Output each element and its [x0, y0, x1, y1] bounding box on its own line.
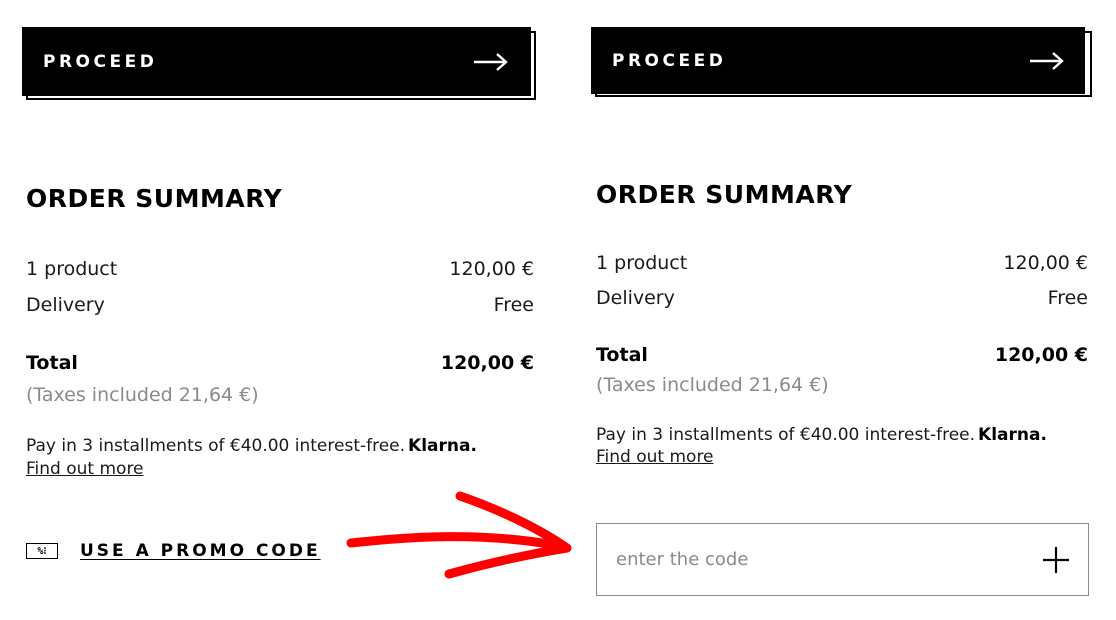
klarna-logo: Klarna.	[978, 425, 1047, 445]
use-promo-code-label: USE A PROMO CODE	[80, 541, 321, 561]
taxes-note: (Taxes included 21,64 €)	[26, 384, 259, 406]
checkout-panel-expanded: PROCEED ORDER SUMMARY 1 product 120,00 €…	[560, 0, 1116, 620]
taxes-note: (Taxes included 21,64 €)	[596, 374, 829, 396]
summary-row-delivery: Delivery Free	[596, 287, 1088, 309]
order-summary-title: ORDER SUMMARY	[26, 184, 283, 213]
plus-icon[interactable]	[1042, 546, 1070, 574]
percent-tag-icon: %⁝	[26, 543, 58, 559]
promo-code-input[interactable]	[616, 549, 996, 570]
total-value: 120,00 €	[440, 352, 534, 374]
find-out-more-link[interactable]: Find out more	[26, 459, 144, 479]
proceed-button-wrapper: PROCEED	[22, 27, 536, 100]
use-promo-code-button[interactable]: %⁝ USE A PROMO CODE	[26, 541, 321, 561]
proceed-button-label: PROCEED	[612, 50, 727, 71]
proceed-button-wrapper: PROCEED	[591, 27, 1092, 97]
order-summary-title: ORDER SUMMARY	[596, 180, 853, 209]
proceed-button-label: PROCEED	[43, 51, 158, 72]
summary-row-label: Delivery	[596, 287, 675, 309]
installments-text: Pay in 3 installments of €40.00 interest…	[596, 425, 976, 445]
summary-row-products: 1 product 120,00 €	[26, 258, 534, 280]
summary-row-total: Total 120,00 €	[26, 352, 534, 374]
summary-row-value: 120,00 €	[449, 258, 534, 280]
promo-code-field	[596, 523, 1089, 596]
summary-row-label: 1 product	[26, 258, 118, 280]
proceed-button[interactable]: PROCEED	[22, 27, 531, 96]
total-label: Total	[26, 352, 78, 374]
klarna-logo: Klarna.	[408, 436, 477, 456]
summary-row-value: Free	[493, 294, 534, 316]
summary-row-total: Total 120,00 €	[596, 344, 1088, 366]
summary-row-label: Delivery	[26, 294, 105, 316]
arrow-right-icon	[1029, 51, 1065, 71]
total-label: Total	[596, 344, 648, 366]
arrow-right-icon	[473, 52, 509, 72]
proceed-button[interactable]: PROCEED	[591, 27, 1085, 94]
total-value: 120,00 €	[994, 344, 1088, 366]
summary-row-products: 1 product 120,00 €	[596, 252, 1088, 274]
summary-row-label: 1 product	[596, 252, 688, 274]
red-annotation-arrow	[346, 491, 572, 579]
summary-row-delivery: Delivery Free	[26, 294, 534, 316]
installments-note: Pay in 3 installments of €40.00 interest…	[26, 436, 477, 456]
installments-note: Pay in 3 installments of €40.00 interest…	[596, 425, 1047, 445]
installments-text: Pay in 3 installments of €40.00 interest…	[26, 436, 406, 456]
summary-row-value: Free	[1047, 287, 1088, 309]
find-out-more-link[interactable]: Find out more	[596, 447, 714, 467]
summary-row-value: 120,00 €	[1003, 252, 1088, 274]
